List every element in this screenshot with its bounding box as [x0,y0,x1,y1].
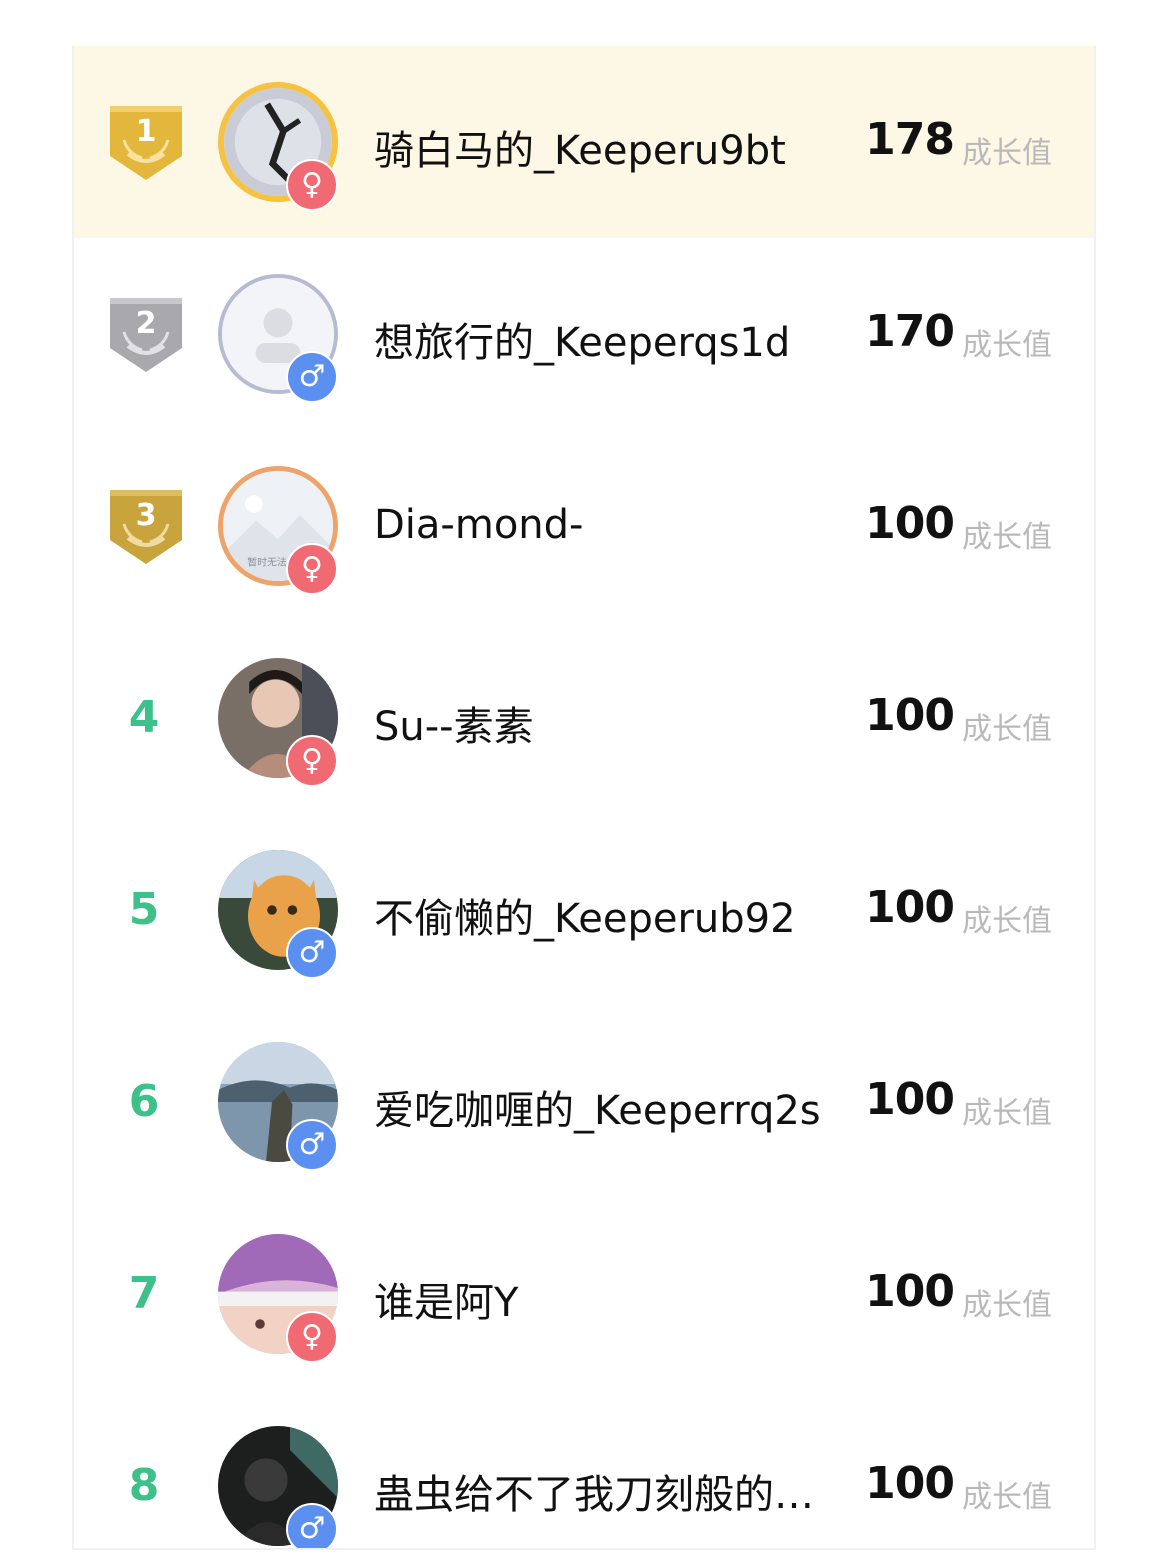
leaderboard-row[interactable]: 2 ♂ 想旅行的_Keeperqs1d 170 成长值 [74,238,1094,430]
female-icon: ♀ [286,159,338,211]
leaderboard-row[interactable]: 3 暂时无法 ♀ Dia-mond- 100 成长值 [74,430,1094,622]
rank-number: 6 [128,1076,160,1127]
gold-medal-icon: 1 [108,104,184,182]
rank-number: 5 [128,884,160,935]
score-unit: 成长值 [962,1096,1052,1131]
rank-number: 2 [135,306,157,341]
growth-score: 100 [865,690,955,741]
rank-number: 1 [135,114,157,149]
score-unit: 成长值 [962,328,1052,363]
male-icon: ♂ [286,927,338,979]
username[interactable]: 谁是阿Y [374,1270,844,1328]
male-icon: ♂ [286,1503,338,1548]
silver-medal-icon: 2 [108,296,184,374]
username[interactable]: 不偷懒的_Keeperub92 [374,886,844,944]
growth-score: 178 [865,114,955,165]
leaderboard-row[interactable]: 4 ♀ Su--素素 100 成长值 [74,622,1094,814]
leaderboard-row[interactable]: 7 ♀ 谁是阿Y 100 成长值 [74,1198,1094,1390]
rank-number: 4 [128,692,160,743]
score-unit: 成长值 [962,1288,1052,1323]
score-unit: 成长值 [962,712,1052,747]
growth-score: 100 [865,1458,955,1509]
growth-score: 100 [865,1266,955,1317]
leaderboard-row[interactable]: 5 ♂ 不偷懒的_Keeperub92 100 成长值 [74,814,1094,1006]
username[interactable]: 蛊虫给不了我刀刻般的… [374,1462,839,1520]
leaderboard-row[interactable]: 6 ♂ 爱吃咖喱的_Keeperrq2s 100 成长值 [74,1006,1094,1198]
leaderboard-row[interactable]: 1 ♀ 骑白马的_Keeperu9bt 178 成长值 [74,46,1094,238]
bronze-medal-icon: 3 [108,488,184,566]
score-unit: 成长值 [962,904,1052,939]
username[interactable]: 想旅行的_Keeperqs1d [374,310,844,368]
leaderboard-row[interactable]: 8 ♂ 蛊虫给不了我刀刻般的… 100 成长值 [74,1390,1094,1548]
score-unit: 成长值 [962,136,1052,171]
username[interactable]: Dia-mond- [374,502,844,548]
avatar-caption: 暂时无法 [247,556,287,569]
growth-score: 170 [865,306,955,357]
score-unit: 成长值 [962,1480,1052,1515]
username[interactable]: 爱吃咖喱的_Keeperrq2s [374,1078,854,1136]
leaderboard-card: 1 ♀ 骑白马的_Keeperu9bt 178 成长值 2 ♂ 想旅行的_Kee… [72,46,1096,1550]
username[interactable]: Su--素素 [374,694,844,752]
growth-score: 100 [865,1074,955,1125]
female-icon: ♀ [286,735,338,787]
rank-number: 3 [135,498,157,533]
male-icon: ♂ [286,351,338,403]
score-unit: 成长值 [962,520,1052,555]
male-icon: ♂ [286,1119,338,1171]
female-icon: ♀ [286,543,338,595]
rank-number: 7 [128,1268,160,1319]
growth-score: 100 [865,882,955,933]
username[interactable]: 骑白马的_Keeperu9bt [374,118,844,176]
female-icon: ♀ [286,1311,338,1363]
growth-score: 100 [865,498,955,549]
rank-number: 8 [128,1460,160,1511]
